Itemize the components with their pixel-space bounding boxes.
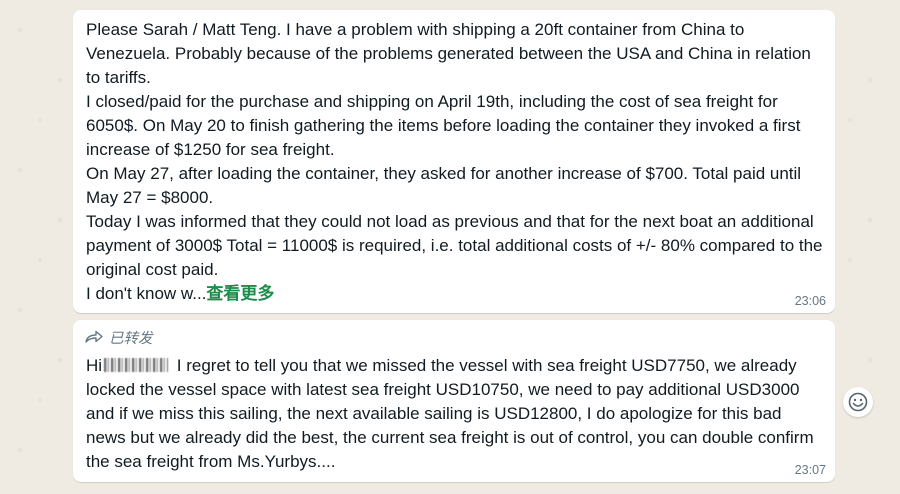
read-more-link[interactable]: 查看更多 bbox=[206, 284, 274, 303]
forwarded-label: 已转发 bbox=[109, 330, 153, 347]
message-timestamp: 23:06 bbox=[794, 294, 826, 308]
message-bubble-forwarded[interactable]: 已转发 Hi I regret to tell you that we miss… bbox=[73, 320, 835, 482]
reaction-button[interactable] bbox=[843, 387, 873, 417]
greeting: Hi bbox=[86, 356, 103, 375]
forwarded-indicator: 已转发 bbox=[85, 326, 153, 348]
message-timestamp: 23:07 bbox=[794, 463, 826, 477]
message-text: Hi I regret to tell you that we missed t… bbox=[86, 356, 819, 471]
message-bubble-incoming[interactable]: Please Sarah / Matt Teng. I have a probl… bbox=[73, 10, 835, 313]
forward-arrow-icon bbox=[85, 330, 103, 343]
smiley-icon bbox=[848, 392, 868, 412]
redacted-name bbox=[104, 358, 169, 372]
message-text: Please Sarah / Matt Teng. I have a probl… bbox=[86, 20, 823, 303]
